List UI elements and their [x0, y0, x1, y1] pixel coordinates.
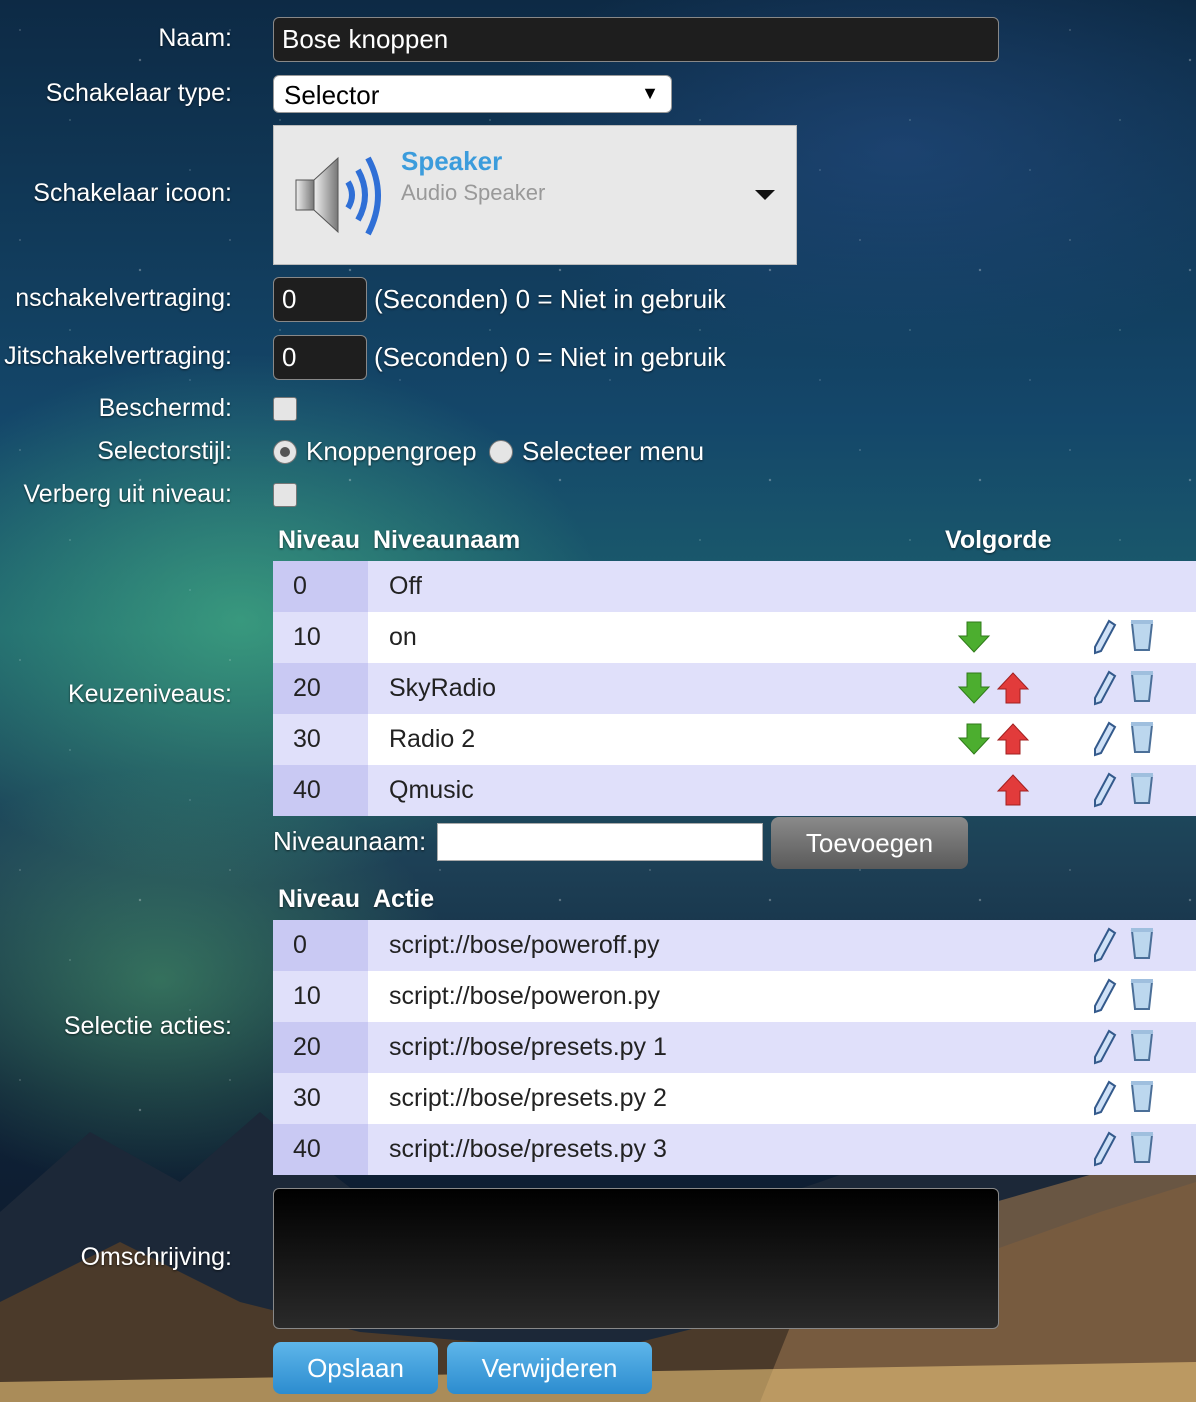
protected-label: Beschermd: [98, 394, 232, 422]
level-name: SkyRadio [389, 674, 496, 702]
action-level: 20 [273, 1022, 368, 1073]
pencil-icon[interactable] [1091, 670, 1117, 706]
new-level-input[interactable] [437, 823, 763, 861]
style-menu-label: Selecteer menu [522, 436, 705, 466]
arrow-up-icon[interactable] [996, 722, 1030, 756]
trash-icon[interactable] [1129, 977, 1155, 1011]
actions-label: Selectie acties: [63, 1012, 232, 1040]
levels-header-level: Niveau [278, 526, 360, 554]
off-delay-input[interactable] [273, 335, 367, 380]
on-delay-hint: (Seconden) 0 = Niet in gebruik [374, 284, 726, 314]
levels-header-order: Volgorde [945, 526, 1052, 554]
action-row: 10 script://bose/poweron.py [273, 971, 1196, 1022]
level-value: 30 [273, 714, 368, 765]
arrow-up-icon[interactable] [996, 671, 1030, 705]
switch-type-value: Selector [284, 80, 380, 110]
save-button[interactable]: Opslaan [273, 1342, 438, 1394]
level-row: 40 Qmusic [273, 765, 1196, 816]
action-script: script://bose/poweroff.py [389, 931, 660, 959]
pencil-icon[interactable] [1091, 721, 1117, 757]
level-row: 20 SkyRadio [273, 663, 1196, 714]
action-row: 0 script://bose/poweroff.py [273, 920, 1196, 971]
level-value: 0 [273, 561, 368, 612]
speaker-icon [295, 156, 381, 236]
action-row: 40 script://bose/presets.py 3 [273, 1124, 1196, 1175]
level-row: 10 on [273, 612, 1196, 663]
trash-icon[interactable] [1129, 771, 1155, 805]
switch-type-select[interactable]: Selector ▼ [273, 75, 672, 113]
actions-header-action: Actie [373, 885, 435, 913]
trash-icon[interactable] [1129, 1079, 1155, 1113]
pencil-icon[interactable] [1091, 619, 1117, 655]
trash-icon[interactable] [1129, 926, 1155, 960]
arrow-down-icon[interactable] [957, 620, 991, 654]
delete-button[interactable]: Verwijderen [447, 1342, 652, 1394]
action-script: script://bose/poweron.py [389, 982, 660, 1010]
levels-label: Keuzeniveaus: [67, 680, 232, 708]
trash-icon[interactable] [1129, 669, 1155, 703]
level-value: 40 [273, 765, 368, 816]
arrow-up-icon[interactable] [996, 773, 1030, 807]
icon-title: Speaker [401, 146, 503, 176]
style-buttons-label: Knoppengroep [306, 436, 477, 466]
name-input[interactable] [273, 17, 999, 62]
description-textarea[interactable] [273, 1188, 999, 1329]
trash-icon[interactable] [1129, 720, 1155, 754]
arrow-down-icon[interactable] [957, 671, 991, 705]
action-level: 30 [273, 1073, 368, 1124]
pencil-icon[interactable] [1091, 978, 1117, 1014]
style-menu-radio[interactable] [489, 440, 513, 464]
level-value: 10 [273, 612, 368, 663]
levels-table: 0 Off 10 on 20 SkyRadio 30 Radio 2 40 Qm… [273, 561, 1196, 816]
arrow-down-icon[interactable] [957, 722, 991, 756]
icon-subtitle: Audio Speaker [401, 180, 546, 205]
pencil-icon[interactable] [1091, 1131, 1117, 1167]
name-label: Naam: [158, 24, 232, 52]
level-row: 30 Radio 2 [273, 714, 1196, 765]
action-row: 30 script://bose/presets.py 2 [273, 1073, 1196, 1124]
caret-down-icon [755, 190, 775, 200]
actions-header-level: Niveau [278, 885, 360, 913]
selector-style-label: Selectorstijl: [97, 437, 232, 465]
pencil-icon[interactable] [1091, 927, 1117, 963]
pencil-icon[interactable] [1091, 1029, 1117, 1065]
actions-table: 0 script://bose/poweroff.py 10 script://… [273, 920, 1196, 1175]
trash-icon[interactable] [1129, 1130, 1155, 1164]
off-delay-label: Jitschakelvertraging: [4, 342, 232, 370]
level-value: 20 [273, 663, 368, 714]
add-level-button[interactable]: Toevoegen [771, 817, 968, 869]
hide-off-label: Verberg uit niveau: [23, 480, 232, 508]
protected-checkbox[interactable] [273, 397, 297, 421]
level-name: Qmusic [389, 776, 474, 804]
style-buttons-radio[interactable] [273, 440, 297, 464]
hide-off-checkbox[interactable] [273, 483, 297, 507]
switch-icon-select[interactable]: Speaker Audio Speaker [273, 125, 797, 265]
action-level: 10 [273, 971, 368, 1022]
action-row: 20 script://bose/presets.py 1 [273, 1022, 1196, 1073]
action-script: script://bose/presets.py 2 [389, 1084, 667, 1112]
trash-icon[interactable] [1129, 618, 1155, 652]
off-delay-hint: (Seconden) 0 = Niet in gebruik [374, 342, 726, 372]
level-name: Off [389, 572, 422, 600]
new-level-label: Niveaunaam: [273, 826, 427, 856]
levels-header-name: Niveaunaam [373, 526, 521, 554]
action-script: script://bose/presets.py 1 [389, 1033, 667, 1061]
on-delay-input[interactable] [273, 277, 367, 322]
action-script: script://bose/presets.py 3 [389, 1135, 667, 1163]
pencil-icon[interactable] [1091, 1080, 1117, 1116]
switch-icon-label: Schakelaar icoon: [33, 179, 232, 207]
on-delay-label: nschakelvertraging: [15, 284, 232, 312]
level-row: 0 Off [273, 561, 1196, 612]
level-name: on [389, 623, 417, 651]
trash-icon[interactable] [1129, 1028, 1155, 1062]
action-level: 0 [273, 920, 368, 971]
switch-type-label: Schakelaar type: [45, 79, 232, 107]
dropdown-arrow-icon: ▼ [641, 83, 659, 103]
level-name: Radio 2 [389, 725, 476, 753]
description-label: Omschrijving: [80, 1243, 232, 1271]
action-level: 40 [273, 1124, 368, 1175]
pencil-icon[interactable] [1091, 772, 1117, 808]
